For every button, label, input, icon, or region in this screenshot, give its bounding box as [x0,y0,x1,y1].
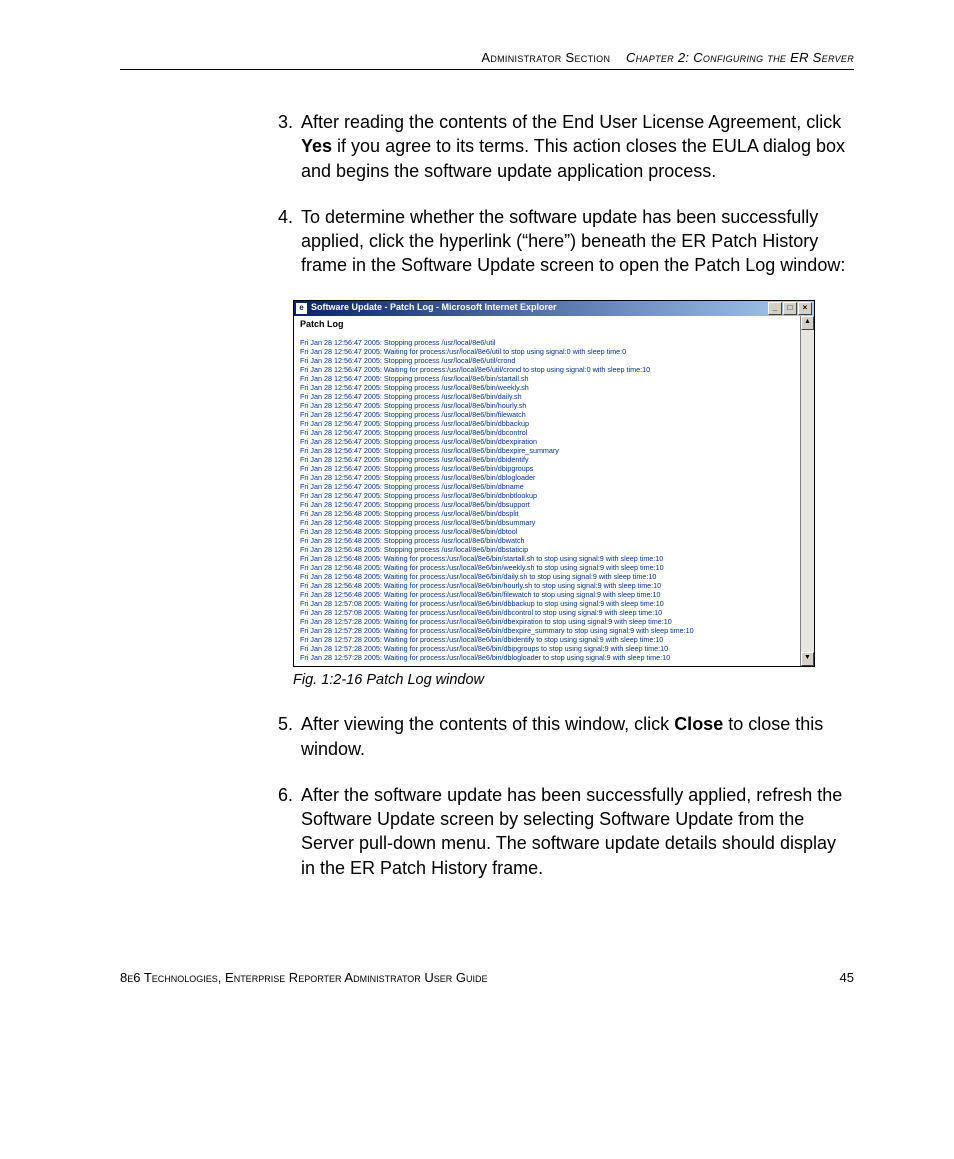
log-line: Fri Jan 28 12:56:47 2005: Stopping proce… [300,482,796,491]
log-line: Fri Jan 28 12:56:48 2005: Waiting for pr… [300,590,796,599]
step-5: 5. After viewing the contents of this wi… [265,712,854,761]
step-number: 5. [265,712,301,761]
close-button[interactable]: × [798,302,812,315]
log-line: Fri Jan 28 12:56:47 2005: Stopping proce… [300,410,796,419]
log-line: Fri Jan 28 12:56:47 2005: Stopping proce… [300,491,796,500]
header-section: Administrator Section [481,50,610,65]
log-line: Fri Jan 28 12:56:47 2005: Stopping proce… [300,419,796,428]
log-line: Fri Jan 28 12:56:47 2005: Stopping proce… [300,374,796,383]
log-line: Fri Jan 28 12:56:47 2005: Waiting for pr… [300,347,796,356]
log-line: Fri Jan 28 12:56:48 2005: Waiting for pr… [300,554,796,563]
step-text: After reading the contents of the End Us… [301,110,854,183]
log-line: Fri Jan 28 12:56:47 2005: Stopping proce… [300,473,796,482]
scrollbar[interactable]: ▲ ▼ [800,316,814,666]
log-line: Fri Jan 28 12:56:47 2005: Stopping proce… [300,401,796,410]
maximize-button[interactable]: □ [783,302,797,315]
scroll-up-button[interactable]: ▲ [801,316,814,330]
log-line: Fri Jan 28 12:57:28 2005: Waiting for pr… [300,617,796,626]
log-line: Fri Jan 28 12:56:48 2005: Stopping proce… [300,518,796,527]
step-text: After viewing the contents of this windo… [301,712,854,761]
step-4: 4. To determine whether the software upd… [265,205,854,278]
ie-window-title: Software Update - Patch Log - Microsoft … [311,303,557,313]
log-line: Fri Jan 28 12:56:48 2005: Waiting for pr… [300,581,796,590]
log-line: Fri Jan 28 12:56:47 2005: Stopping proce… [300,338,796,347]
running-header: Administrator Section Chapter 2: Configu… [120,50,854,69]
step-3: 3. After reading the contents of the End… [265,110,854,183]
figure-patch-log: e Software Update - Patch Log - Microsof… [293,300,854,667]
log-line: Fri Jan 28 12:56:47 2005: Stopping proce… [300,356,796,365]
log-line: Fri Jan 28 12:56:47 2005: Stopping proce… [300,383,796,392]
minimize-button[interactable]: _ [768,302,782,315]
log-line: Fri Jan 28 12:57:28 2005: Waiting for pr… [300,644,796,653]
log-line: Fri Jan 28 12:57:28 2005: Waiting for pr… [300,626,796,635]
step-text: After the software update has been succe… [301,783,854,880]
patch-log-lines: Fri Jan 28 12:56:47 2005: Stopping proce… [300,338,796,662]
log-line: Fri Jan 28 12:56:47 2005: Stopping proce… [300,446,796,455]
step-6: 6. After the software update has been su… [265,783,854,880]
ie-content: Patch Log Fri Jan 28 12:56:47 2005: Stop… [294,316,800,666]
figure-caption: Fig. 1:2-16 Patch Log window [293,671,854,691]
step-number: 3. [265,110,301,183]
step-number: 4. [265,205,301,278]
log-line: Fri Jan 28 12:56:47 2005: Waiting for pr… [300,365,796,374]
log-line: Fri Jan 28 12:57:08 2005: Waiting for pr… [300,599,796,608]
log-line: Fri Jan 28 12:57:08 2005: Waiting for pr… [300,608,796,617]
log-line: Fri Jan 28 12:57:28 2005: Waiting for pr… [300,635,796,644]
page-number: 45 [840,970,854,985]
log-line: Fri Jan 28 12:56:48 2005: Stopping proce… [300,545,796,554]
header-chapter: Chapter 2: Configuring the ER Server [626,50,854,65]
footer-text: 8e6 Technologies, Enterprise Reporter Ad… [120,970,488,985]
page-footer: 8e6 Technologies, Enterprise Reporter Ad… [120,970,854,985]
patch-log-heading: Patch Log [300,320,796,330]
scroll-down-button[interactable]: ▼ [801,652,814,666]
log-line: Fri Jan 28 12:56:48 2005: Waiting for pr… [300,572,796,581]
header-rule [120,69,854,70]
log-line: Fri Jan 28 12:56:47 2005: Stopping proce… [300,455,796,464]
log-line: Fri Jan 28 12:56:48 2005: Waiting for pr… [300,563,796,572]
log-line: Fri Jan 28 12:56:48 2005: Stopping proce… [300,527,796,536]
ie-titlebar: e Software Update - Patch Log - Microsof… [294,301,814,316]
log-line: Fri Jan 28 12:56:47 2005: Stopping proce… [300,500,796,509]
ie-app-icon: e [296,303,307,314]
log-line: Fri Jan 28 12:57:28 2005: Waiting for pr… [300,653,796,662]
log-line: Fri Jan 28 12:56:48 2005: Stopping proce… [300,536,796,545]
log-line: Fri Jan 28 12:56:47 2005: Stopping proce… [300,428,796,437]
log-line: Fri Jan 28 12:56:48 2005: Stopping proce… [300,509,796,518]
step-text: To determine whether the software update… [301,205,854,278]
scroll-track[interactable] [801,330,814,652]
ie-window: e Software Update - Patch Log - Microsof… [293,300,815,667]
log-line: Fri Jan 28 12:56:47 2005: Stopping proce… [300,437,796,446]
log-line: Fri Jan 28 12:56:47 2005: Stopping proce… [300,392,796,401]
step-number: 6. [265,783,301,880]
log-line: Fri Jan 28 12:56:47 2005: Stopping proce… [300,464,796,473]
